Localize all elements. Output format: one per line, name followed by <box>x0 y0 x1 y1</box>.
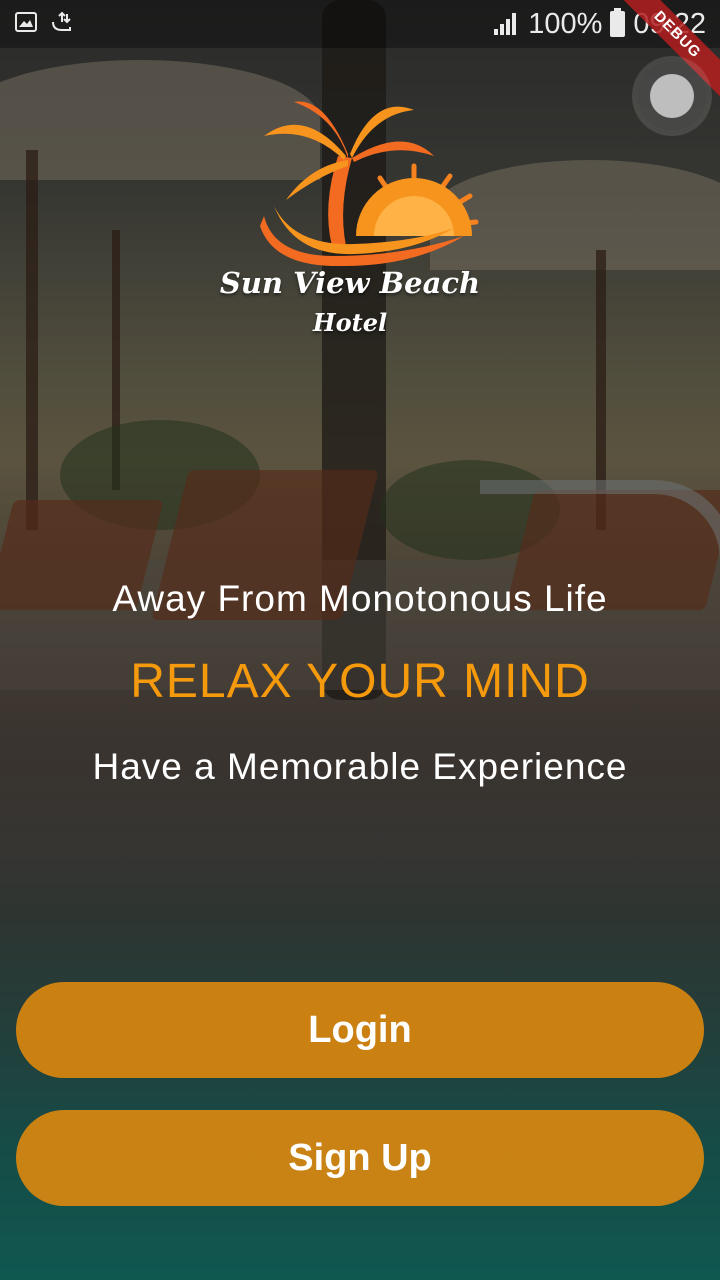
hotel-logo: Sun View Beach Hotel <box>214 96 486 346</box>
tagline-relax: RELAX YOUR MIND <box>130 655 590 708</box>
floating-assistive-button[interactable] <box>638 62 706 130</box>
battery-percentage: 100% <box>528 7 603 40</box>
login-button[interactable]: Login <box>16 982 704 1078</box>
sync-icon <box>52 11 71 31</box>
tagline-experience: Have a Memorable Experience <box>92 746 628 787</box>
battery-charging-icon <box>610 8 626 37</box>
image-icon <box>15 12 37 32</box>
logo-subtitle: Hotel <box>312 308 388 337</box>
status-bar: 100% 09:22 <box>0 0 720 48</box>
palm-sun-logo-icon <box>260 101 479 267</box>
tagline-away: Away From Monotonous Life <box>112 578 608 619</box>
logo-name: Sun View Beach <box>219 266 481 300</box>
signal-icon <box>494 11 520 37</box>
signup-button[interactable]: Sign Up <box>16 1110 704 1206</box>
